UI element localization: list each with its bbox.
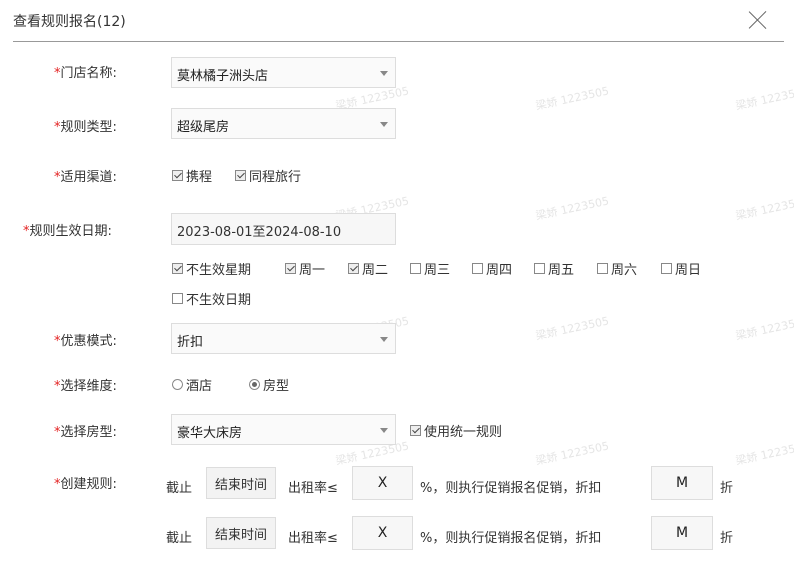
watermark: 梁娇 1223505 xyxy=(534,314,611,343)
checkbox-icon xyxy=(472,263,483,274)
occupancy-label: 出租率≤ xyxy=(288,481,338,496)
checkbox-icon xyxy=(410,263,421,274)
checkbox-icon xyxy=(235,170,246,181)
end-time-field: 结束时间 xyxy=(206,467,276,499)
room-type-select-value: 豪华大床房 xyxy=(177,426,243,441)
rule-middle-text: %，则执行促销报名促销，折扣 xyxy=(420,531,602,546)
store-label: *门店名称: xyxy=(54,66,117,81)
rule-prefix: 截止 xyxy=(166,531,193,546)
discount-mode-select[interactable]: 折扣 xyxy=(171,323,396,354)
chevron-down-icon xyxy=(380,71,388,76)
occupancy-input[interactable]: X xyxy=(352,516,413,550)
header-divider xyxy=(13,41,784,42)
watermark: 梁娇 1223505 xyxy=(534,194,611,223)
watermark: 梁娇 1223505 xyxy=(734,314,794,343)
checkbox-icon xyxy=(661,263,672,274)
checkbox-icon xyxy=(597,263,608,274)
checkbox-tuesday[interactable]: 周二 xyxy=(348,259,388,278)
effective-date-label: *规则生效日期: xyxy=(23,224,112,239)
room-type-label: *选择房型: xyxy=(54,425,117,440)
checkbox-icon xyxy=(172,170,183,181)
store-select-value: 莫林橘子洲头店 xyxy=(177,69,269,84)
rule-type-select-value: 超级尾房 xyxy=(177,120,230,135)
watermark: 梁娇 1223505 xyxy=(734,439,794,468)
create-rule-label: *创建规则: xyxy=(54,477,117,492)
checkbox-sunday[interactable]: 周日 xyxy=(661,259,701,278)
checkbox-icon xyxy=(348,263,359,274)
rule-prefix: 截止 xyxy=(166,481,193,496)
checkbox-friday[interactable]: 周五 xyxy=(534,259,574,278)
checkbox-wednesday[interactable]: 周三 xyxy=(410,259,450,278)
rule-suffix: 折 xyxy=(720,481,734,496)
watermark: 梁娇 1223505 xyxy=(734,194,794,223)
checkbox-saturday[interactable]: 周六 xyxy=(597,259,637,278)
occupancy-label: 出租率≤ xyxy=(288,531,338,546)
watermark: 梁娇 1223505 xyxy=(734,84,794,113)
checkbox-icon xyxy=(534,263,545,274)
occupancy-input[interactable]: X xyxy=(352,466,413,500)
close-icon[interactable] xyxy=(748,10,768,30)
rule-type-select[interactable]: 超级尾房 xyxy=(171,108,396,139)
end-time-field: 结束时间 xyxy=(206,517,276,549)
discount-mode-select-value: 折扣 xyxy=(177,335,204,350)
watermark: 梁娇 1223505 xyxy=(534,439,611,468)
chevron-down-icon xyxy=(380,337,388,342)
chevron-down-icon xyxy=(380,122,388,127)
discount-mode-label: *优惠模式: xyxy=(54,334,117,349)
store-select[interactable]: 莫林橘子洲头店 xyxy=(171,57,396,88)
checkbox-icon xyxy=(285,263,296,274)
dialog-header: 查看规则报名(12) xyxy=(0,0,794,42)
checkbox-icon xyxy=(172,293,183,304)
effective-date-input[interactable]: 2023-08-01至2024-08-10 xyxy=(171,213,396,245)
checkbox-icon xyxy=(410,425,421,436)
chevron-down-icon xyxy=(380,428,388,433)
checkbox-icon xyxy=(172,263,183,274)
checkbox-monday[interactable]: 周一 xyxy=(285,259,325,278)
checkbox-thursday[interactable]: 周四 xyxy=(472,259,512,278)
checkbox-exclude-dates[interactable]: 不生效日期 xyxy=(172,289,251,308)
dimension-label: *选择维度: xyxy=(54,379,117,394)
channel-checkbox-ctrip[interactable]: 携程 xyxy=(172,166,212,185)
channels-label: *适用渠道: xyxy=(54,170,117,185)
dialog-title: 查看规则报名(12) xyxy=(13,14,126,30)
checkbox-exclude-weekdays[interactable]: 不生效星期 xyxy=(172,259,251,278)
channel-checkbox-tongcheng[interactable]: 同程旅行 xyxy=(235,166,301,185)
radio-icon xyxy=(249,379,260,390)
rule-suffix: 折 xyxy=(720,531,734,546)
radio-room-type[interactable]: 房型 xyxy=(249,375,289,394)
discount-input[interactable]: M xyxy=(651,516,713,550)
radio-icon xyxy=(172,379,183,390)
rule-middle-text: %，则执行促销报名促销，折扣 xyxy=(420,481,602,496)
radio-hotel[interactable]: 酒店 xyxy=(172,375,212,394)
room-type-select[interactable]: 豪华大床房 xyxy=(171,414,396,445)
checkbox-unified-rule[interactable]: 使用统一规则 xyxy=(410,421,502,440)
discount-input[interactable]: M xyxy=(651,466,713,500)
rule-type-label: *规则类型: xyxy=(54,120,117,135)
view-rule-dialog: 查看规则报名(12) 梁娇 1223505 梁娇 1223505 梁娇 1223… xyxy=(0,0,794,574)
watermark: 梁娇 1223505 xyxy=(534,84,611,113)
